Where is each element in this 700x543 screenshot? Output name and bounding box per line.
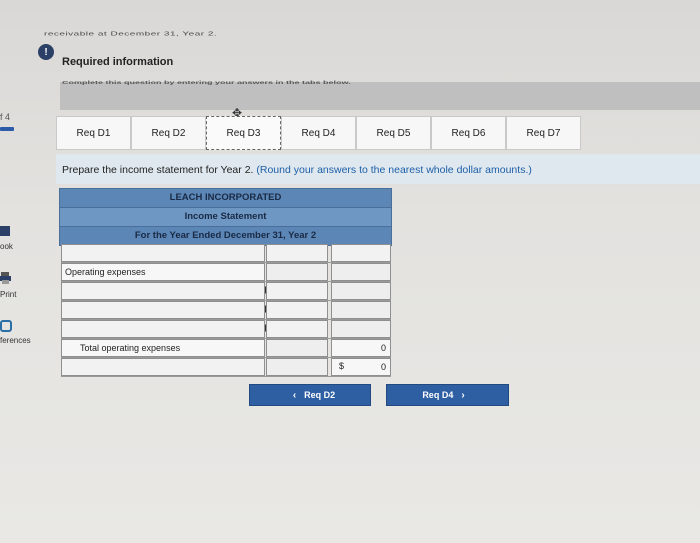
chevron-left-icon: ‹ [292, 389, 297, 401]
tab-req-d7[interactable]: Req D7 [506, 116, 581, 150]
table-row [61, 301, 391, 320]
final-total-value: 0 [380, 362, 386, 372]
line-item-input[interactable] [61, 282, 269, 300]
requirement-tabs: Req D1 Req D2 Req D3 Req D4 Req D5 Req D… [56, 116, 700, 152]
total-cell [331, 263, 391, 281]
previous-requirement-button[interactable]: ‹ Req D2 [249, 384, 371, 406]
tab-req-d1[interactable]: Req D1 [56, 116, 131, 150]
print-icon[interactable] [0, 272, 12, 284]
amount-cell [266, 339, 328, 357]
amount-cell [266, 263, 328, 281]
sidebar-item-print[interactable]: Print [0, 290, 16, 299]
next-requirement-button[interactable]: Req D4 › [386, 384, 509, 406]
line-item-cell: Operating expenses [61, 263, 265, 281]
amount-cell [266, 358, 328, 376]
instruction-main: Prepare the income statement for Year 2. [62, 164, 254, 176]
previous-requirement-label: Req D2 [304, 390, 336, 400]
tab-req-d3[interactable]: Req D3 [206, 116, 281, 150]
table-row: Operating expenses [61, 263, 391, 282]
references-icon[interactable] [0, 320, 12, 332]
line-item-cell: Total operating expenses [61, 339, 265, 357]
dollar-sign: $ [339, 361, 345, 371]
total-cell [331, 320, 391, 338]
question-number: f 4 [0, 112, 11, 122]
line-item-input[interactable] [61, 320, 269, 338]
tab-req-d4[interactable]: Req D4 [281, 116, 356, 150]
table-row: Total operating expenses 0 [61, 339, 391, 358]
amount-input[interactable] [266, 301, 328, 319]
table-row: 0 $ [61, 358, 391, 377]
sidebar-item-references[interactable]: ferences [0, 336, 31, 345]
amount-input[interactable] [266, 244, 328, 262]
total-operating-value: 0 [380, 343, 386, 353]
tab-req-d2[interactable]: Req D2 [131, 116, 206, 150]
total-operating-value-cell: 0 [331, 339, 391, 357]
cut-off-question-text: receivable at December 31, Year 2. [44, 31, 218, 38]
table-row [61, 282, 391, 301]
total-cell [331, 282, 391, 300]
page: f 4 ook Print ferences receivable at Dec… [0, 0, 700, 543]
statement-title: Income Statement [59, 208, 392, 227]
total-input[interactable] [331, 244, 391, 262]
line-item-input[interactable] [61, 301, 269, 319]
line-item-input[interactable] [61, 358, 265, 376]
instruction-hint: (Round your answers to the nearest whole… [256, 164, 532, 176]
chevron-right-icon: › [461, 389, 465, 401]
current-question-indicator [0, 127, 14, 131]
amount-input[interactable] [266, 282, 328, 300]
line-item-input[interactable] [61, 244, 265, 262]
tab-req-d5[interactable]: Req D5 [356, 116, 431, 150]
income-statement-grid: Operating expenses Total operating expen… [61, 244, 391, 377]
amount-input[interactable] [266, 320, 328, 338]
next-requirement-label: Req D4 [422, 390, 454, 400]
operating-expenses-label: Operating expenses [65, 267, 146, 277]
income-statement-header: LEACH INCORPORATED Income Statement For … [59, 188, 392, 246]
alert-icon: ! [38, 44, 54, 60]
tab-req-d6[interactable]: Req D6 [431, 116, 506, 150]
table-row [61, 320, 391, 339]
instruction-text: Prepare the income statement for Year 2.… [62, 164, 532, 176]
instruction-band [60, 82, 700, 110]
cut-off-instruction-text: Complete this question by entering your … [62, 80, 351, 85]
required-info-label: Required information [62, 56, 174, 68]
company-name: LEACH INCORPORATED [59, 188, 392, 208]
total-cell [331, 301, 391, 319]
table-row [61, 244, 391, 263]
sidebar-item-ebook[interactable]: ook [0, 242, 13, 251]
ebook-icon[interactable] [0, 225, 12, 237]
total-operating-expenses-label: Total operating expenses [80, 343, 181, 353]
